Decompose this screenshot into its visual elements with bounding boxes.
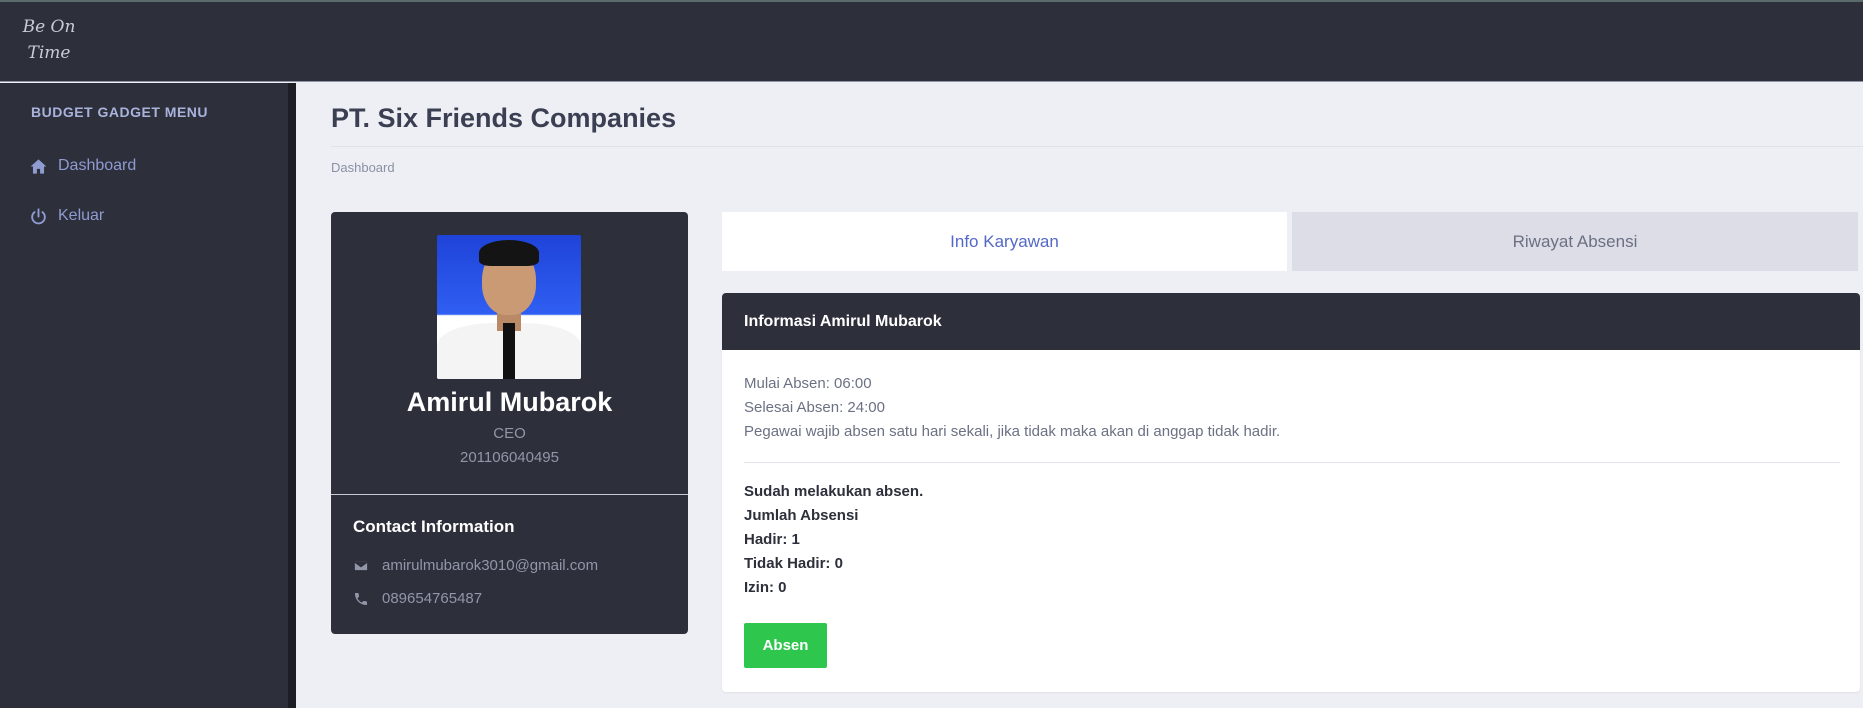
sidebar-item-keluar[interactable]: Keluar [29,203,104,229]
sidebar-heading: BUDGET GADGET MENU [31,104,208,120]
sidebar-item-label: Keluar [58,207,105,224]
page-title: PT. Six Friends Companies [331,103,677,133]
absent-count: Tidak Hadir: 0 [744,555,843,572]
profile-divider [331,494,688,495]
contact-title: Contact Information [353,517,515,536]
contact-phone-text: 089654765487 [382,590,483,607]
info-divider [744,462,1840,463]
present-count: Hadir: 1 [744,531,800,548]
sidebar-item-label: Dashboard [58,157,137,174]
profile-employee-id: 201106040495 [460,449,559,466]
logo-line-1: Be On [22,17,76,37]
sidebar-edge-divider [288,83,296,708]
info-card-header: Informasi Amirul Mubarok [722,293,1860,350]
home-icon [30,158,47,174]
brand-logo[interactable]: Be On Time [20,14,78,72]
employee-info-card: Informasi Amirul Mubarok Mulai Absen: 06… [722,293,1860,692]
top-navbar: Be On Time [0,0,1863,82]
tab-riwayat-absensi[interactable]: Riwayat Absensi [1292,212,1858,271]
tab-info-karyawan[interactable]: Info Karyawan [722,212,1287,271]
profile-photo [437,235,581,379]
sidebar-item-dashboard[interactable]: Dashboard [29,153,136,179]
attendance-rule: Pegawai wajib absen satu hari sekali, ji… [744,423,1281,440]
attendance-end: Selesai Absen: 24:00 [744,399,885,416]
profile-card: Amirul Mubarok CEO 201106040495 Contact … [331,212,688,634]
envelope-icon [353,560,369,571]
attendance-start: Mulai Absen: 06:00 [744,375,872,392]
breadcrumb[interactable]: Dashboard [331,160,395,175]
logo-line-2: Time [27,43,71,63]
contact-email: amirulmubarok3010@gmail.com [353,557,598,574]
profile-role: CEO [493,425,526,442]
attendance-count-label: Jumlah Absensi [744,507,859,524]
contact-phone: 089654765487 [353,590,482,607]
absen-button[interactable]: Absen [744,623,827,668]
contact-email-text: amirulmubarok3010@gmail.com [382,557,599,574]
phone-icon [355,592,367,605]
leave-count: Izin: 0 [744,579,787,596]
title-divider [331,146,1863,147]
profile-name: Amirul Mubarok [406,387,613,417]
attendance-status: Sudah melakukan absen. [744,483,924,500]
power-icon [31,207,46,224]
